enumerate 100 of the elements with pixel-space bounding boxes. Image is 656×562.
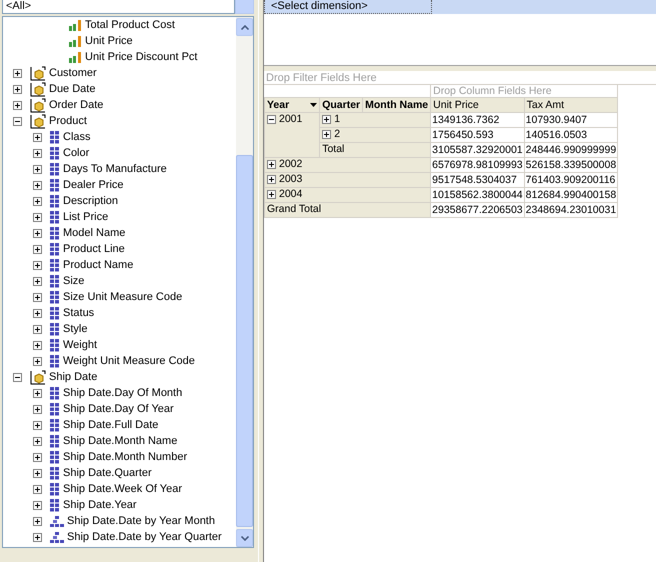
tree-item[interactable]: Weight	[63, 339, 98, 351]
expand-icon[interactable]	[33, 292, 42, 302]
expand-icon[interactable]	[13, 84, 22, 94]
tree-item[interactable]: Ship Date.Quarter	[63, 467, 152, 479]
grid-icon	[50, 482, 60, 496]
tree-item[interactable]: Description	[63, 195, 118, 207]
grid-icon	[50, 194, 60, 208]
expand-icon[interactable]	[322, 130, 332, 138]
expand-icon[interactable]	[33, 340, 42, 350]
tree-item[interactable]: Unit Price	[85, 35, 133, 47]
value-cell: 812684.990400158	[524, 188, 618, 202]
tree-item[interactable]: Ship Date	[49, 371, 98, 383]
row-field-header[interactable]: Year	[264, 98, 320, 112]
tree-item[interactable]: Order Date	[49, 99, 104, 111]
expand-icon[interactable]	[267, 174, 276, 184]
dropdown-arrow-icon[interactable]	[310, 103, 318, 107]
expand-icon[interactable]	[33, 404, 42, 414]
year-label: 2003	[279, 173, 302, 185]
tree-item[interactable]: Weight Unit Measure Code	[63, 355, 195, 367]
expand-icon[interactable]	[33, 228, 42, 238]
expand-icon[interactable]	[13, 100, 22, 110]
tree-item[interactable]: Ship Date.Full Date	[63, 419, 158, 431]
tree-item[interactable]: Size Unit Measure Code	[63, 291, 182, 303]
expand-icon[interactable]	[267, 190, 276, 198]
tree-item[interactable]: Color	[63, 147, 90, 159]
tree-item[interactable]: Class	[63, 131, 91, 143]
expand-icon[interactable]	[33, 260, 42, 270]
expand-icon[interactable]	[33, 484, 42, 494]
expand-icon[interactable]	[33, 148, 42, 158]
expand-icon[interactable]	[33, 276, 42, 286]
tree-item[interactable]: Size	[63, 275, 84, 287]
grid-icon	[50, 418, 60, 432]
grid-icon	[50, 322, 60, 336]
expand-icon[interactable]	[33, 356, 42, 366]
expand-icon[interactable]	[33, 452, 42, 462]
tree-item[interactable]: Ship Date.Day Of Month	[63, 387, 182, 399]
value-cell: 140516.0503	[524, 128, 618, 142]
expand-icon[interactable]	[33, 516, 42, 526]
tree-item[interactable]: List Price	[63, 211, 108, 223]
tree-item[interactable]: Ship Date.Day Of Year	[63, 403, 174, 415]
tree-item[interactable]: Model Name	[63, 227, 126, 239]
measure-header[interactable]: Unit Price	[430, 98, 524, 112]
grid-icon	[50, 386, 60, 400]
collapse-icon[interactable]	[267, 114, 276, 124]
cube-icon	[30, 114, 46, 128]
tree-item[interactable]: Unit Price Discount Pct	[85, 51, 198, 63]
tree-item[interactable]: Ship Date.Month Number	[63, 451, 188, 463]
grid-icon	[50, 162, 60, 176]
value-cell: 9517548.5304037	[430, 172, 524, 188]
grid-icon	[50, 178, 60, 192]
expand-icon[interactable]	[33, 324, 42, 334]
expand-icon[interactable]	[267, 160, 276, 168]
expand-icon[interactable]	[33, 164, 42, 174]
expand-icon[interactable]	[33, 436, 42, 446]
expand-icon[interactable]	[33, 420, 42, 430]
tree-item[interactable]: Product Line	[63, 243, 125, 255]
row-field-header[interactable]: Quarter	[320, 98, 363, 112]
tree-item[interactable]: Product Name	[63, 259, 134, 271]
tree-item[interactable]: Customer	[49, 67, 97, 79]
dimension-selector[interactable]: <Select dimension>	[264, 0, 432, 14]
tree-item[interactable]: Total Product Cost	[85, 19, 175, 31]
expand-icon[interactable]	[33, 212, 42, 222]
bar-chart-icon	[69, 20, 82, 30]
scrollbar[interactable]	[236, 17, 253, 547]
filter-drop-zone: Drop Filter Fields Here	[264, 72, 656, 85]
expand-icon[interactable]	[322, 114, 332, 124]
tree-item[interactable]: Ship Date.Date by Year Quarter	[67, 531, 222, 543]
tree-item[interactable]: Days To Manufacture	[63, 163, 167, 175]
total-label: Total	[320, 142, 431, 158]
expand-icon[interactable]	[33, 180, 42, 190]
expand-icon[interactable]	[13, 68, 22, 78]
tree-item[interactable]: Due Date	[49, 83, 96, 95]
tree-item[interactable]: Dealer Price	[63, 179, 124, 191]
expand-icon[interactable]	[33, 308, 42, 318]
expand-icon[interactable]	[33, 388, 42, 398]
grid-icon	[50, 226, 60, 240]
hierarchy-icon	[50, 515, 64, 527]
tree-item[interactable]: Product	[49, 115, 87, 127]
expand-icon[interactable]	[33, 244, 42, 254]
filter-dropdown[interactable]: <All>	[2, 0, 235, 14]
tree-item[interactable]: Ship Date.Week Of Year	[63, 483, 182, 495]
collapse-icon[interactable]	[13, 372, 22, 382]
tree-item[interactable]: Ship Date.Year	[63, 499, 137, 511]
bar-chart-icon	[69, 36, 82, 46]
expand-icon[interactable]	[33, 196, 42, 206]
expand-icon[interactable]	[33, 132, 42, 142]
expand-icon[interactable]	[33, 468, 42, 478]
value-cell: 10158562.3800044	[430, 188, 524, 202]
tree-item[interactable]: Status	[63, 307, 94, 319]
measure-header[interactable]: Tax Amt	[524, 98, 618, 112]
expand-icon[interactable]	[33, 500, 42, 510]
grid-icon	[50, 258, 60, 272]
row-field-header[interactable]: Month Name	[362, 98, 431, 112]
expand-icon[interactable]	[33, 532, 42, 542]
cube-icon	[30, 66, 46, 80]
tree-item[interactable]: Style	[63, 323, 88, 335]
tree-item[interactable]: Ship Date.Date by Year Month	[67, 515, 215, 527]
value-cell: 29358677.2206503	[430, 202, 524, 218]
collapse-icon[interactable]	[13, 116, 22, 126]
tree-item[interactable]: Ship Date.Month Name	[63, 435, 178, 447]
